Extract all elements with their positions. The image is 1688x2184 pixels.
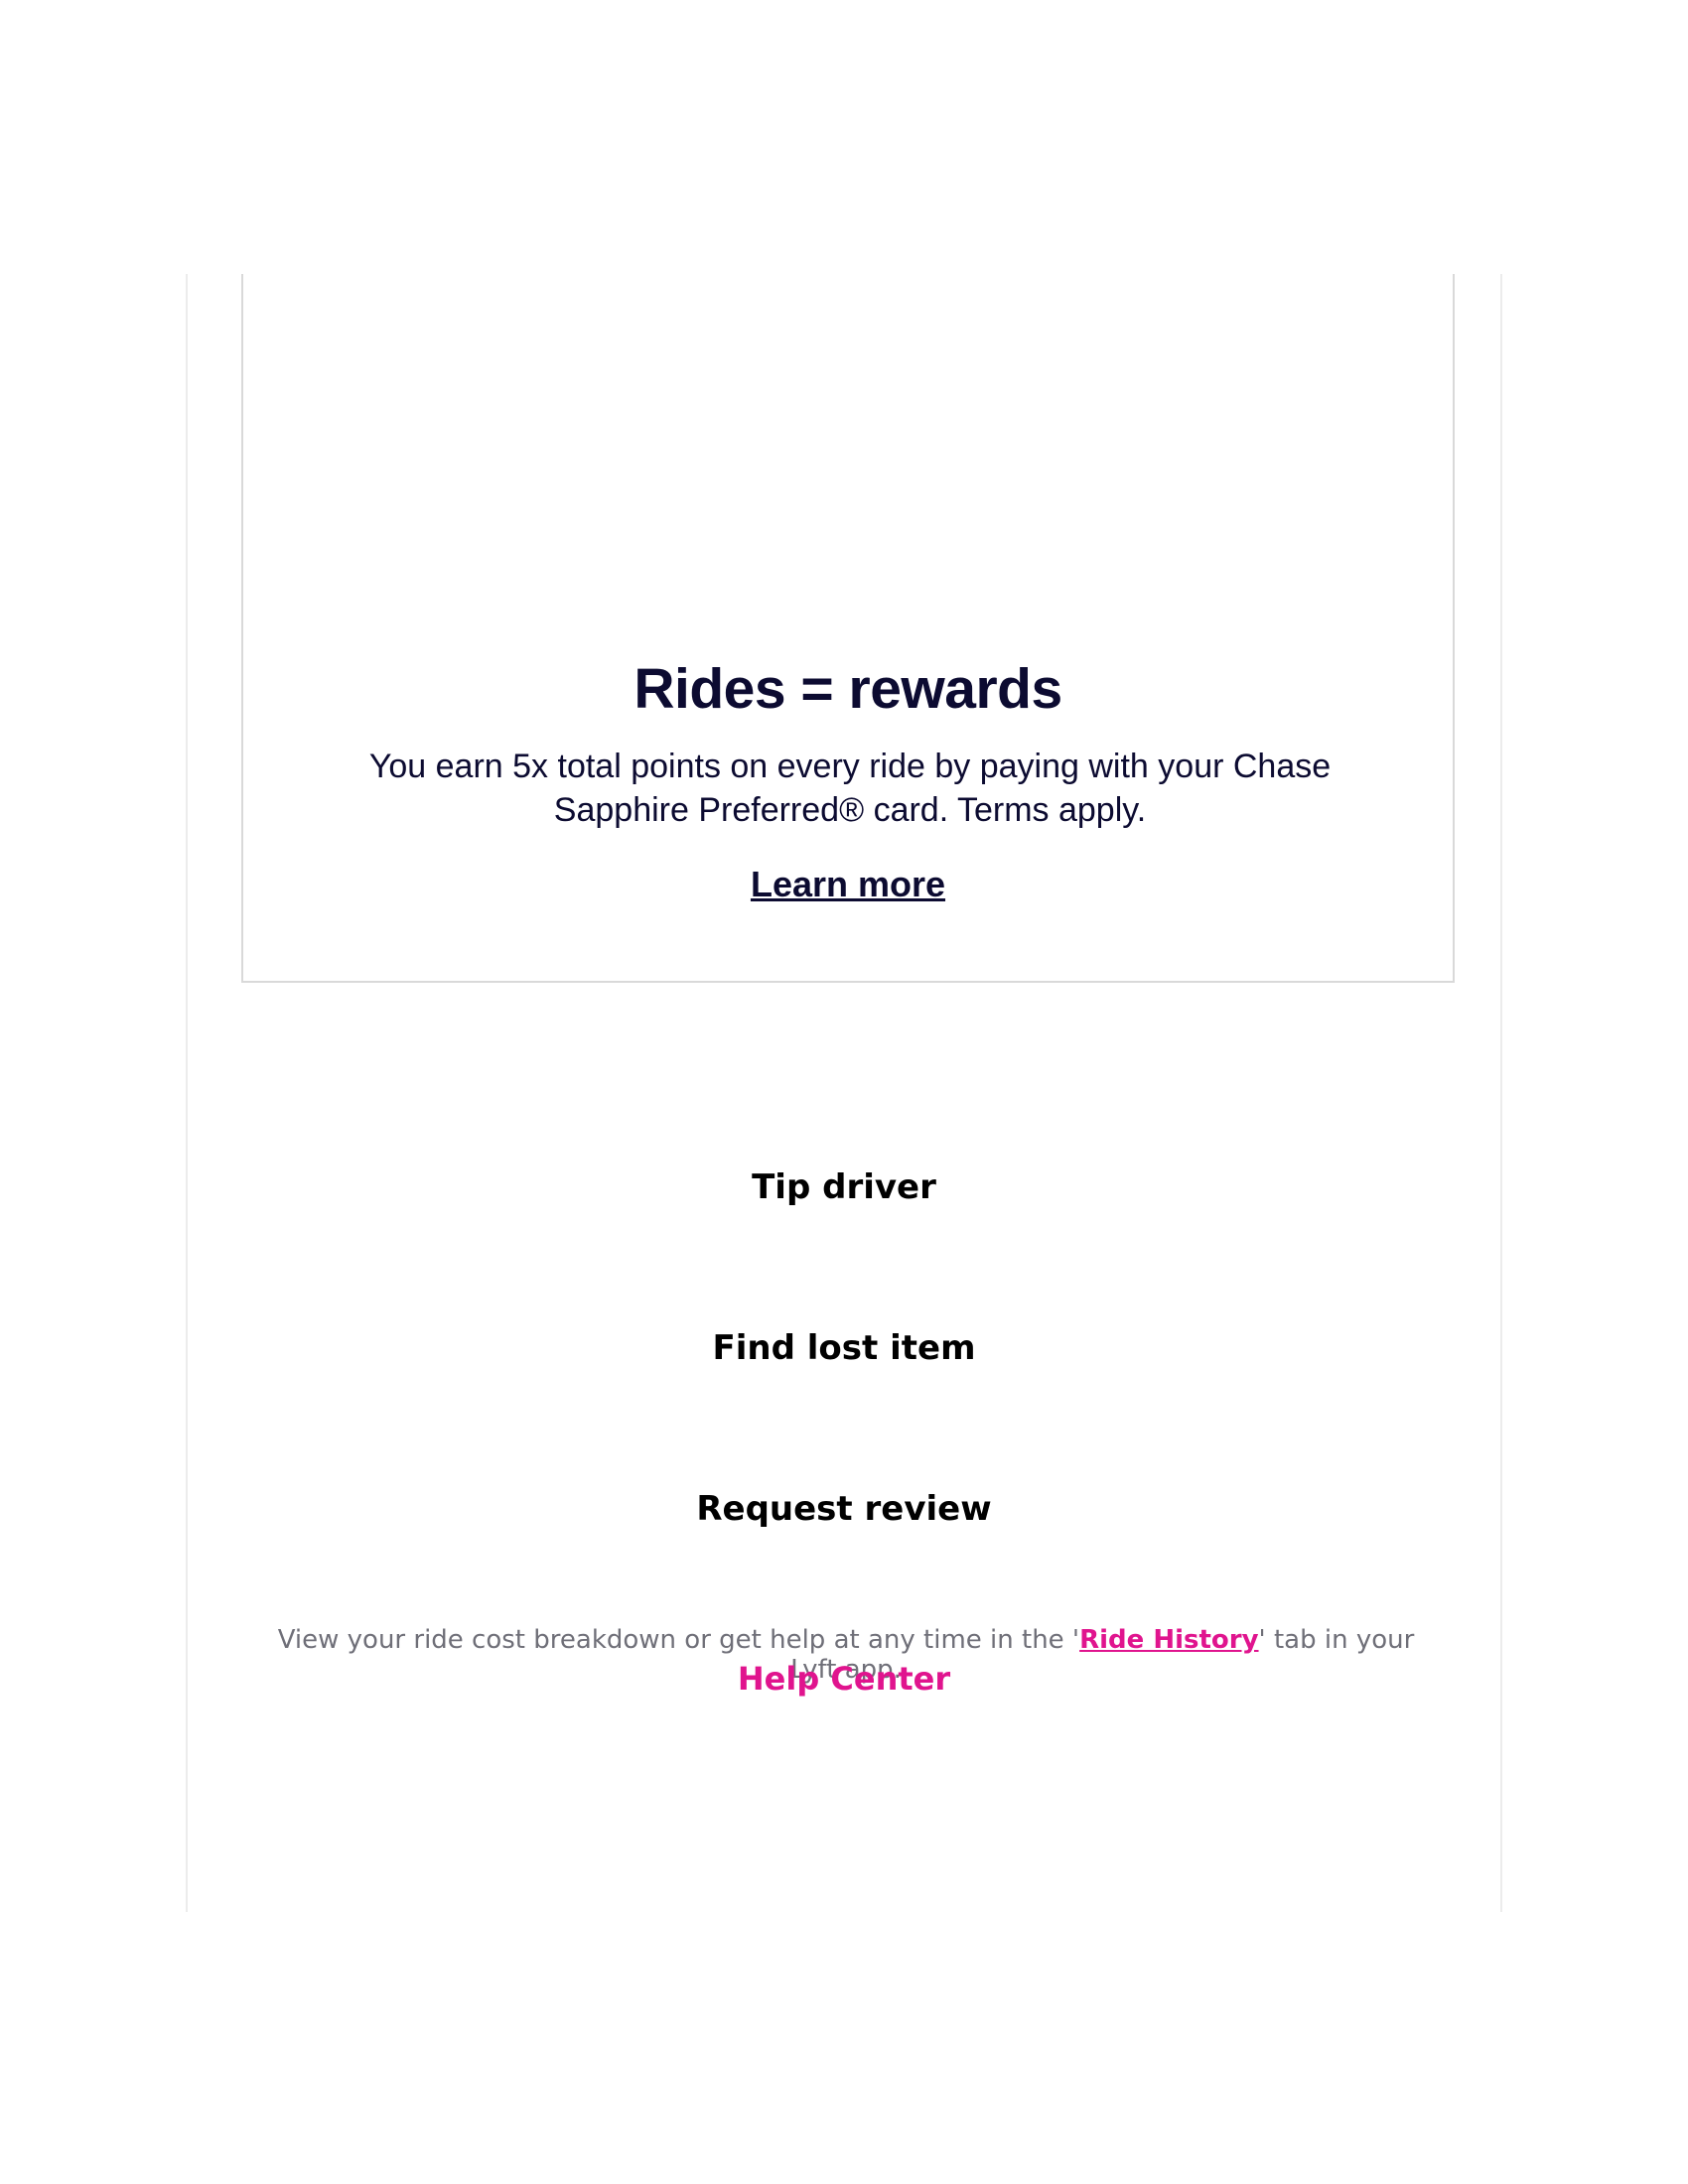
note-text-before: View your ride cost breakdown or get hel… <box>277 1625 1080 1655</box>
tip-driver-link[interactable]: Tip driver <box>752 1167 936 1207</box>
request-review-action: Request review <box>188 1489 1500 1529</box>
promo-body: You earn 5x total points on every ride b… <box>368 748 1332 829</box>
learn-more-link[interactable]: Learn more <box>243 864 1453 905</box>
find-lost-item-link[interactable]: Find lost item <box>713 1328 976 1368</box>
promo-title: Rides = rewards <box>633 657 1062 721</box>
tip-driver-action: Tip driver <box>188 1167 1500 1207</box>
find-lost-item-action: Find lost item <box>188 1328 1500 1368</box>
ride-history-link[interactable]: Ride History <box>1079 1625 1258 1655</box>
help-center-link[interactable]: Help Center <box>186 1660 1502 1698</box>
rewards-promo-card: Rides = rewards You earn 5x total points… <box>241 274 1455 983</box>
request-review-link[interactable]: Request review <box>696 1489 991 1529</box>
